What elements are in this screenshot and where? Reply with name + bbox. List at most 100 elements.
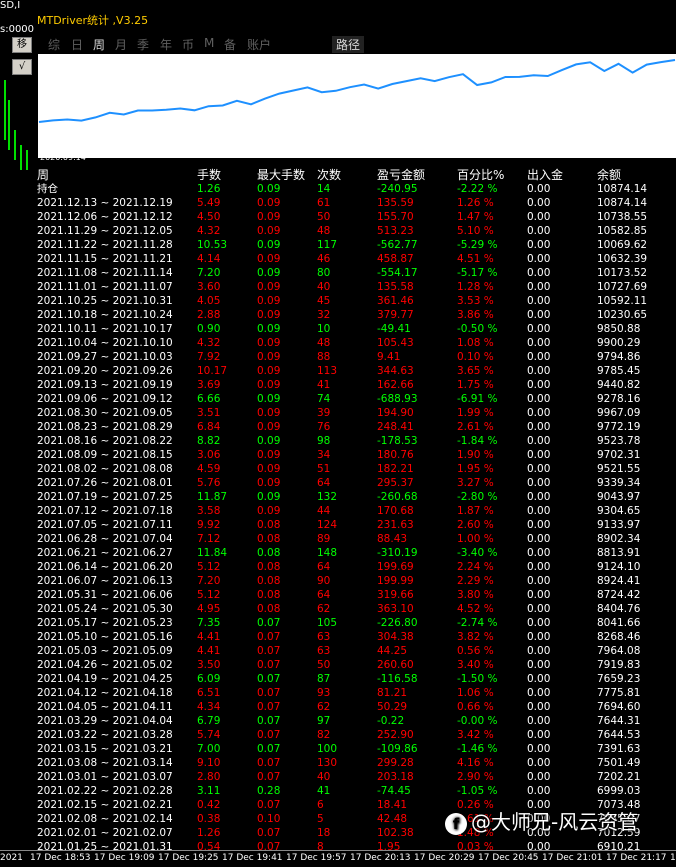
table-row[interactable]: 2021.11.08 ~ 2021.11.14 7.20 0.09 80 -554.17… bbox=[34, 266, 676, 280]
table-row[interactable]: 2021.06.28 ~ 2021.07.04 7.12 0.08 89 88.43 1.… bbox=[34, 532, 676, 546]
table-row[interactable]: 2021.10.25 ~ 2021.10.31 4.05 0.09 45 361.46 3… bbox=[34, 294, 676, 308]
table-row[interactable]: 2021.08.02 ~ 2021.08.08 4.59 0.09 51 182.21 1… bbox=[34, 462, 676, 476]
cell-pnl: -310.19 bbox=[377, 547, 418, 559]
tab-notes[interactable]: 备 bbox=[224, 36, 236, 53]
cell-count: 76 bbox=[317, 421, 331, 433]
table-row[interactable]: 2021.08.23 ~ 2021.08.29 6.84 0.09 76 248.41 2… bbox=[34, 420, 676, 434]
table-row[interactable]: 2021.07.05 ~ 2021.07.11 9.92 0.08 124 231.63… bbox=[34, 518, 676, 532]
cell-period: 2021.02.22 ~ 2021.02.28 bbox=[37, 785, 173, 797]
cell-max-lots: 0.09 bbox=[257, 281, 281, 293]
cell-count: 89 bbox=[317, 533, 331, 545]
table-row[interactable]: 2021.11.01 ~ 2021.11.07 3.60 0.09 40 135.58 1… bbox=[34, 280, 676, 294]
table-row[interactable]: 2021.09.27 ~ 2021.10.03 7.92 0.09 88 9.41 0.1… bbox=[34, 350, 676, 364]
table-row[interactable]: 2021.05.24 ~ 2021.05.30 4.95 0.08 62 363.10 4… bbox=[34, 602, 676, 616]
cell-balance: 7659.23 bbox=[597, 673, 641, 685]
cell-max-lots: 0.08 bbox=[257, 575, 281, 587]
cell-cash-flow: 0.00 bbox=[527, 379, 551, 391]
table-row[interactable]: 2021.05.31 ~ 2021.06.06 5.12 0.08 64 319.66 3… bbox=[34, 588, 676, 602]
table-row[interactable]: 2021.11.29 ~ 2021.12.05 4.32 0.09 48 513.23 5… bbox=[34, 224, 676, 238]
table-row[interactable]: 2021.05.10 ~ 2021.05.16 4.41 0.07 63 304.38 3… bbox=[34, 630, 676, 644]
tab-account[interactable]: 账户 bbox=[247, 36, 271, 53]
cell-cash-flow: 0.00 bbox=[527, 463, 551, 475]
time-axis: 2021 17 Dec 18:53 17 Dec 19:09 17 Dec 19:25… bbox=[0, 850, 676, 867]
cell-period: 2021.09.13 ~ 2021.09.19 bbox=[37, 379, 173, 391]
table-row[interactable]: 2021.09.06 ~ 2021.09.12 6.66 0.09 74 -688.93… bbox=[34, 392, 676, 406]
table-row[interactable]: 2021.11.15 ~ 2021.11.21 4.14 0.09 46 458.87 4… bbox=[34, 252, 676, 266]
header-cash-flow: 出入金 bbox=[527, 168, 564, 182]
table-row[interactable]: 2021.04.26 ~ 2021.05.02 3.50 0.07 50 260.60 3… bbox=[34, 658, 676, 672]
table-row[interactable]: 2021.03.15 ~ 2021.03.21 7.00 0.07 100 -109.8… bbox=[34, 742, 676, 756]
table-row[interactable]: 2021.10.04 ~ 2021.10.10 4.32 0.09 48 105.43 1… bbox=[34, 336, 676, 350]
watermark: f @大师兄-风云资管 bbox=[445, 806, 638, 835]
table-row[interactable]: 持仓 1.26 0.09 14 -240.95 -2.22 % 0.00 10874.14 bbox=[34, 182, 676, 196]
cell-pnl: 304.38 bbox=[377, 631, 414, 643]
cell-count: 100 bbox=[317, 743, 338, 755]
tab-magic[interactable]: M bbox=[204, 36, 214, 50]
cell-pnl: -240.95 bbox=[377, 183, 418, 195]
cell-percent: -2.22 % bbox=[457, 183, 498, 195]
table-row[interactable]: 2021.12.13 ~ 2021.12.19 5.49 0.09 61 135.59 1… bbox=[34, 196, 676, 210]
move-button[interactable]: 移 bbox=[12, 37, 32, 53]
tab-summary[interactable]: 综 bbox=[48, 36, 60, 53]
cell-period: 2021.11.15 ~ 2021.11.21 bbox=[37, 253, 173, 265]
cell-cash-flow: 0.00 bbox=[527, 183, 551, 195]
table-row[interactable]: 2021.07.26 ~ 2021.08.01 5.76 0.09 64 295.37 3… bbox=[34, 476, 676, 490]
table-row[interactable]: 2021.09.13 ~ 2021.09.19 3.69 0.09 41 162.66 1… bbox=[34, 378, 676, 392]
table-row[interactable]: 2021.07.19 ~ 2021.07.25 11.87 0.09 132 -260.… bbox=[34, 490, 676, 504]
cell-count: 50 bbox=[317, 211, 331, 223]
tab-route[interactable]: 路径 bbox=[332, 36, 365, 53]
tab-currency[interactable]: 币 bbox=[182, 36, 194, 53]
cell-pnl: 180.76 bbox=[377, 449, 414, 461]
cell-pnl: 295.37 bbox=[377, 477, 414, 489]
cell-lots: 3.50 bbox=[197, 659, 221, 671]
table-row[interactable]: 2021.08.16 ~ 2021.08.22 8.82 0.09 98 -178.53… bbox=[34, 434, 676, 448]
cell-pnl: -260.68 bbox=[377, 491, 418, 503]
cell-percent: -2.74 % bbox=[457, 617, 498, 629]
table-row[interactable]: 2021.07.12 ~ 2021.07.18 3.58 0.09 44 170.68 1… bbox=[34, 504, 676, 518]
cell-period: 2021.06.14 ~ 2021.06.20 bbox=[37, 561, 173, 573]
check-button[interactable]: √ bbox=[12, 59, 32, 75]
cell-max-lots: 0.09 bbox=[257, 477, 281, 489]
tab-quarter[interactable]: 季 bbox=[137, 36, 149, 53]
table-row[interactable]: 2021.03.01 ~ 2021.03.07 2.80 0.07 40 203.18 2… bbox=[34, 770, 676, 784]
cell-pnl: -554.17 bbox=[377, 267, 418, 279]
table-row[interactable]: 2021.02.22 ~ 2021.02.28 3.11 0.28 41 -74.45 -… bbox=[34, 784, 676, 798]
cell-max-lots: 0.09 bbox=[257, 337, 281, 349]
table-row[interactable]: 2021.04.19 ~ 2021.04.25 6.09 0.07 87 -116.58… bbox=[34, 672, 676, 686]
cell-balance: 9043.97 bbox=[597, 491, 641, 503]
cell-cash-flow: 0.00 bbox=[527, 239, 551, 251]
tab-week[interactable]: 周 bbox=[93, 36, 105, 53]
table-row[interactable]: 2021.01.25 ~ 2021.01.31 0.54 0.07 8 1.95 0.03… bbox=[34, 840, 676, 850]
cell-period: 2021.09.06 ~ 2021.09.12 bbox=[37, 393, 173, 405]
table-row[interactable]: 2021.03.08 ~ 2021.03.14 9.10 0.07 130 299.28… bbox=[34, 756, 676, 770]
table-row[interactable]: 2021.08.30 ~ 2021.09.05 3.51 0.09 39 194.90 1… bbox=[34, 406, 676, 420]
cell-balance: 9521.55 bbox=[597, 463, 641, 475]
table-row[interactable]: 2021.12.06 ~ 2021.12.12 4.50 0.09 50 155.70 1… bbox=[34, 210, 676, 224]
header-pnl: 盈亏金额 bbox=[377, 168, 426, 182]
cell-balance: 9339.34 bbox=[597, 477, 641, 489]
tab-month[interactable]: 月 bbox=[115, 36, 127, 53]
table-row[interactable]: 2021.04.12 ~ 2021.04.18 6.51 0.07 93 81.21 1.… bbox=[34, 686, 676, 700]
table-row[interactable]: 2021.03.22 ~ 2021.03.28 5.74 0.07 82 252.90 3… bbox=[34, 728, 676, 742]
table-header: 周 手数 最大手数 次数 盈亏金额 百分比% 出入金 余额 bbox=[34, 168, 676, 182]
table-row[interactable]: 2021.06.07 ~ 2021.06.13 7.20 0.08 90 199.99 2… bbox=[34, 574, 676, 588]
table-row[interactable]: 2021.05.17 ~ 2021.05.23 7.35 0.07 105 -226.8… bbox=[34, 616, 676, 630]
cell-count: 105 bbox=[317, 617, 338, 629]
table-row[interactable]: 2021.05.03 ~ 2021.05.09 4.41 0.07 63 44.25 0.… bbox=[34, 644, 676, 658]
table-row[interactable]: 2021.11.22 ~ 2021.11.28 10.53 0.09 117 -562.… bbox=[34, 238, 676, 252]
cell-balance: 8268.46 bbox=[597, 631, 641, 643]
table-row[interactable]: 2021.10.11 ~ 2021.10.17 0.90 0.09 10 -49.41 -… bbox=[34, 322, 676, 336]
table-row[interactable]: 2021.08.09 ~ 2021.08.15 3.06 0.09 34 180.76 1… bbox=[34, 448, 676, 462]
cell-period: 2021.08.16 ~ 2021.08.22 bbox=[37, 435, 173, 447]
tab-year[interactable]: 年 bbox=[160, 36, 172, 53]
tab-day[interactable]: 日 bbox=[71, 36, 83, 53]
cell-lots: 0.38 bbox=[197, 813, 221, 825]
table-row[interactable]: 2021.06.21 ~ 2021.06.27 11.84 0.08 148 -310.… bbox=[34, 546, 676, 560]
table-row[interactable]: 2021.09.20 ~ 2021.09.26 10.17 0.09 113 344.6… bbox=[34, 364, 676, 378]
table-row[interactable]: 2021.10.18 ~ 2021.10.24 2.88 0.09 32 379.77 3… bbox=[34, 308, 676, 322]
table-row[interactable]: 2021.06.14 ~ 2021.06.20 5.12 0.08 64 199.69 2… bbox=[34, 560, 676, 574]
table-row[interactable]: 2021.04.05 ~ 2021.04.11 4.34 0.07 62 50.29 0.… bbox=[34, 700, 676, 714]
cell-cash-flow: 0.00 bbox=[527, 281, 551, 293]
cell-percent: 0.03 % bbox=[457, 841, 494, 850]
table-row[interactable]: 2021.03.29 ~ 2021.04.04 6.79 0.07 97 -0.22 -0… bbox=[34, 714, 676, 728]
